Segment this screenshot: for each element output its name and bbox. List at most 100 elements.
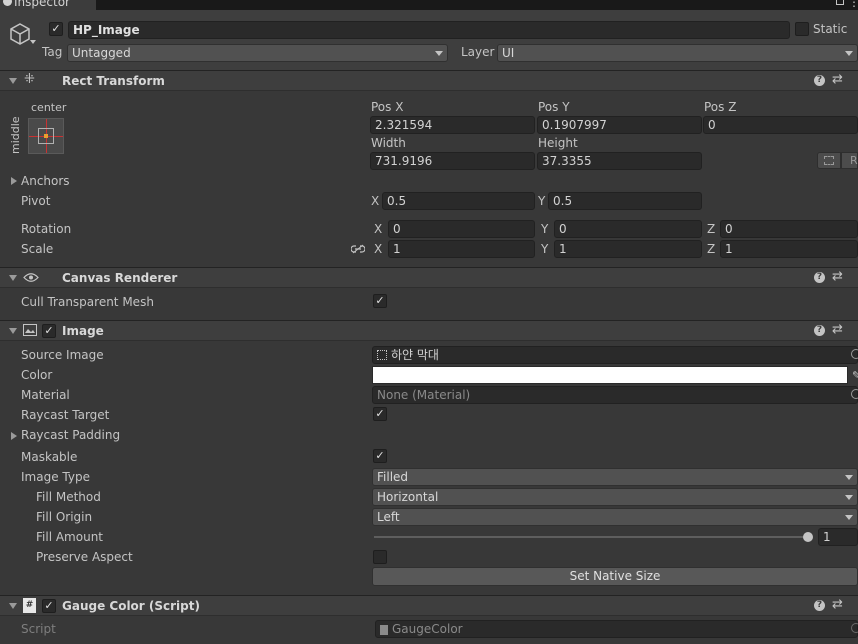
cull-transparent-mesh-label: Cull Transparent Mesh xyxy=(21,295,154,309)
gauge-color-header[interactable]: # ✓ Gauge Color (Script) ? ⇄ xyxy=(0,595,858,616)
script-value: GaugeColor xyxy=(392,622,463,636)
material-label: Material xyxy=(21,388,70,402)
scale-z-input[interactable]: 1 xyxy=(720,240,858,258)
script-file-icon xyxy=(380,625,388,635)
raycast-padding-foldout-icon[interactable] xyxy=(11,432,17,440)
static-checkbox[interactable] xyxy=(795,22,809,36)
object-name-input[interactable]: HP_Image xyxy=(68,21,790,39)
height-label: Height xyxy=(538,136,578,150)
height-input[interactable]: 37.3355 xyxy=(537,152,702,170)
settings-sliders-icon[interactable]: ⇄ xyxy=(832,322,843,337)
scale-label: Scale xyxy=(21,242,54,256)
sprite-icon xyxy=(377,350,387,360)
eyedropper-icon[interactable]: ✎ xyxy=(852,369,858,382)
chevron-down-icon xyxy=(845,51,853,56)
chevron-down-icon xyxy=(845,495,853,500)
settings-sliders-icon[interactable]: ⇄ xyxy=(832,72,843,87)
maskable-label: Maskable xyxy=(21,450,78,464)
color-label: Color xyxy=(21,368,53,382)
anchors-foldout-icon[interactable] xyxy=(11,177,17,185)
tag-dropdown[interactable]: Untagged xyxy=(67,44,448,62)
foldout-arrow-icon[interactable] xyxy=(9,603,17,609)
pivot-x-input[interactable]: 0.5 xyxy=(382,192,535,210)
material-field[interactable]: None (Material) xyxy=(372,386,858,404)
tab-inspector[interactable]: Inspector xyxy=(0,0,96,10)
set-native-size-button[interactable]: Set Native Size xyxy=(372,567,858,586)
help-icon[interactable]: ? xyxy=(814,75,825,86)
pos-x-input[interactable]: 2.321594 xyxy=(370,116,535,134)
object-picker-icon[interactable] xyxy=(851,389,858,399)
pos-y-input[interactable]: 0.1907997 xyxy=(537,116,702,134)
constrain-proportions-link-icon[interactable] xyxy=(351,244,365,254)
blueprint-icon xyxy=(824,156,834,165)
scale-y-input[interactable]: 1 xyxy=(554,240,702,258)
object-picker-icon[interactable] xyxy=(851,349,858,359)
image-type-dropdown[interactable]: Filled xyxy=(372,468,858,486)
help-icon[interactable]: ? xyxy=(814,272,825,283)
script-field: GaugeColor xyxy=(375,620,858,638)
fill-amount-slider-thumb[interactable] xyxy=(803,532,813,542)
rect-transform-header[interactable]: ⁜ Rect Transform ? ⇄ xyxy=(0,70,858,91)
tag-label: Tag xyxy=(42,45,63,59)
raycast-target-checkbox[interactable]: ✓ xyxy=(373,407,387,421)
fill-method-dropdown[interactable]: Horizontal xyxy=(372,488,858,506)
pos-x-label: Pos X xyxy=(371,100,404,114)
icon-dropdown-arrow[interactable] xyxy=(30,40,36,44)
fill-method-value: Horizontal xyxy=(377,490,439,504)
maskable-checkbox[interactable]: ✓ xyxy=(373,449,387,463)
scale-z-axis: Z xyxy=(707,242,716,256)
foldout-arrow-icon[interactable] xyxy=(9,275,17,281)
scale-x-input[interactable]: 1 xyxy=(388,240,535,258)
preserve-aspect-label: Preserve Aspect xyxy=(36,550,133,564)
raycast-target-label: Raycast Target xyxy=(21,408,110,422)
help-icon[interactable]: ? xyxy=(814,600,825,611)
canvas-renderer-header[interactable]: Canvas Renderer ? ⇄ xyxy=(0,267,858,288)
scale-y-axis: Y xyxy=(541,242,549,256)
fill-origin-value: Left xyxy=(377,510,400,524)
foldout-arrow-icon[interactable] xyxy=(9,328,17,334)
chevron-down-icon xyxy=(845,475,853,480)
pivot-x-axis-label: X xyxy=(371,194,380,208)
blueprint-mode-button[interactable] xyxy=(817,152,841,169)
rect-transform-icon: ⁜ xyxy=(24,72,35,87)
pivot-label: Pivot xyxy=(21,194,51,208)
rotation-x-input[interactable]: 0 xyxy=(388,220,535,238)
help-icon[interactable]: ? xyxy=(814,325,825,336)
anchors-label[interactable]: Anchors xyxy=(21,174,70,188)
fill-amount-input[interactable]: 1 xyxy=(818,528,858,546)
foldout-arrow-icon[interactable] xyxy=(9,78,17,84)
fill-origin-dropdown[interactable]: Left xyxy=(372,508,858,526)
preserve-aspect-checkbox[interactable] xyxy=(373,550,387,564)
chevron-down-icon xyxy=(435,51,443,56)
fill-amount-slider-track[interactable] xyxy=(374,536,808,538)
layer-dropdown[interactable]: UI xyxy=(497,44,858,62)
info-icon xyxy=(3,0,12,6)
cull-transparent-mesh-checkbox[interactable]: ✓ xyxy=(373,294,387,308)
color-swatch[interactable] xyxy=(372,366,848,384)
gameobject-cube-icon xyxy=(10,23,30,45)
gauge-color-enabled-checkbox[interactable]: ✓ xyxy=(42,599,56,613)
rotation-y-input[interactable]: 0 xyxy=(554,220,702,238)
maximize-icon[interactable] xyxy=(836,0,844,5)
chevron-down-icon xyxy=(845,515,853,520)
pos-z-input[interactable]: 0 xyxy=(703,116,858,134)
anchor-vertical-text: middle xyxy=(9,116,22,154)
image-enabled-checkbox[interactable]: ✓ xyxy=(42,324,56,338)
more-options-icon[interactable]: ⋮ xyxy=(848,0,858,9)
image-component-icon xyxy=(23,324,37,336)
rotation-z-input[interactable]: 0 xyxy=(720,220,858,238)
image-type-label: Image Type xyxy=(21,470,90,484)
settings-sliders-icon[interactable]: ⇄ xyxy=(832,597,843,612)
pivot-y-input[interactable]: 0.5 xyxy=(548,192,702,210)
raw-edit-button[interactable]: R xyxy=(841,152,858,169)
static-label: Static xyxy=(813,22,848,36)
fill-amount-label: Fill Amount xyxy=(36,530,104,544)
source-image-field[interactable]: 하얀 막대 xyxy=(372,346,858,364)
settings-sliders-icon[interactable]: ⇄ xyxy=(832,269,843,284)
active-checkbox[interactable]: ✓ xyxy=(49,22,63,36)
image-header[interactable]: ✓ Image ? ⇄ xyxy=(0,320,858,341)
width-input[interactable]: 731.9196 xyxy=(370,152,535,170)
anchor-presets-button[interactable] xyxy=(28,118,64,154)
script-label: Script xyxy=(21,622,56,636)
raycast-padding-label[interactable]: Raycast Padding xyxy=(21,428,120,442)
